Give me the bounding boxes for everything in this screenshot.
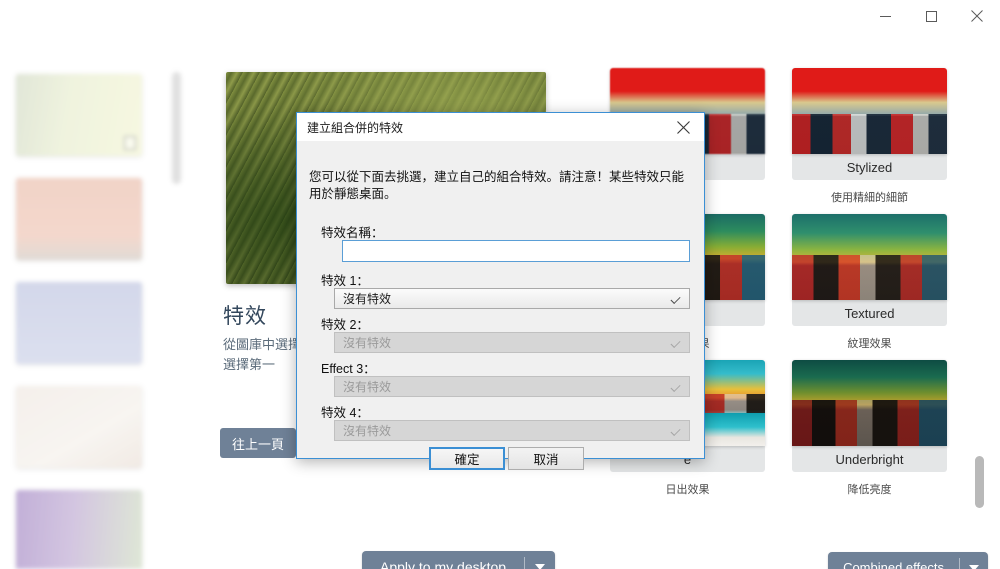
create-combined-effect-dialog: 建立組合併的特效 您可以從下面去挑選，建立自己的組合特效。請注意！某些特效只能用… (296, 112, 705, 470)
gallery-scrollbar[interactable] (975, 456, 984, 508)
effect-name-input[interactable] (342, 240, 690, 262)
maximize-icon (925, 10, 937, 22)
list-item[interactable] (16, 178, 142, 260)
effect-label: Underbright (792, 446, 947, 472)
effect-thumbnail[interactable] (792, 360, 947, 446)
apply-to-desktop-group: Apply to my desktop (362, 551, 556, 569)
effect-caption: 使用精細的細節 (831, 192, 908, 204)
effect-3-label: Effect 3： (321, 362, 376, 376)
effect-caption: 降低亮度 (847, 484, 892, 496)
minimize-button[interactable] (862, 0, 908, 32)
combined-effects-button[interactable]: Combined effects (828, 552, 959, 569)
list-item[interactable] (16, 490, 142, 569)
cancel-button[interactable]: 取消 (508, 447, 584, 470)
list-item[interactable] (16, 282, 142, 364)
effect-2-select[interactable]: 沒有特效 (334, 332, 690, 353)
chevron-down-icon (670, 381, 681, 392)
dialog-close-button[interactable] (662, 113, 704, 141)
effect-label: Textured (792, 300, 947, 326)
page-title: 特效 (223, 305, 267, 328)
combined-effects-dropdown-button[interactable] (960, 552, 988, 569)
effect-thumbnail[interactable] (792, 68, 947, 154)
effect-caption: 日出效果 (665, 484, 710, 496)
window-controls (862, 0, 1000, 32)
rail-scrollbar[interactable] (172, 72, 181, 184)
apply-dropdown-button[interactable] (525, 551, 555, 569)
effect-2-label: 特效 2： (321, 318, 369, 332)
apply-to-desktop-button[interactable]: Apply to my desktop (362, 551, 524, 569)
effect-1-label: 特效 1： (321, 274, 369, 288)
app-window: ? 特效 從圖庫中選擇特效，選擇第一 往上一頁 Apply to my desk… (0, 0, 1000, 569)
chevron-down-icon (535, 563, 546, 569)
chevron-down-icon (670, 293, 681, 304)
chevron-down-icon (670, 337, 681, 348)
effect-4-value: 沒有特效 (343, 424, 392, 438)
dialog-body: 您可以從下面去挑選，建立自己的組合特效。請注意！某些特效只能用於靜態桌面。 特效… (297, 141, 704, 470)
window-titlebar (0, 0, 1000, 32)
wallpaper-rail[interactable] (0, 62, 196, 569)
dialog-description: 您可以從下面去挑選，建立自己的組合特效。請注意！某些特效只能用於靜態桌面。 (309, 170, 685, 201)
minimize-icon (879, 15, 891, 17)
list-item[interactable] (16, 386, 142, 468)
effect-3-value: 沒有特效 (343, 380, 392, 394)
effect-card[interactable]: Stylized 使用精細的細節 (792, 68, 947, 205)
close-icon (676, 120, 690, 134)
dialog-title: 建立組合併的特效 (307, 120, 404, 135)
effect-4-label: 特效 4： (321, 406, 369, 420)
effect-1-value: 沒有特效 (343, 292, 392, 306)
effect-2-value: 沒有特效 (343, 336, 392, 350)
close-icon (971, 10, 983, 22)
back-button[interactable]: 往上一頁 (220, 428, 297, 458)
effect-4-select[interactable]: 沒有特效 (334, 420, 690, 441)
effect-3-select[interactable]: 沒有特效 (334, 376, 690, 397)
maximize-button[interactable] (908, 0, 954, 32)
effect-thumbnail[interactable] (792, 214, 947, 300)
ok-button[interactable]: 確定 (429, 447, 505, 470)
chevron-down-icon (670, 425, 681, 436)
effect-label: Stylized (792, 154, 947, 180)
dialog-titlebar: 建立組合併的特效 (297, 113, 704, 141)
effect-card[interactable]: Underbright 降低亮度 (792, 360, 947, 497)
effect-1-select[interactable]: 沒有特效 (334, 288, 690, 309)
chevron-down-icon (969, 564, 979, 569)
multi-monitor-icon (124, 136, 136, 150)
list-item[interactable] (16, 74, 142, 156)
effect-card[interactable]: Textured 紋理效果 (792, 214, 947, 351)
close-button[interactable] (954, 0, 1000, 32)
effect-name-label: 特效名稱： (321, 226, 384, 240)
combined-effects-group: Combined effects (828, 552, 988, 569)
effect-caption: 紋理效果 (847, 338, 892, 350)
